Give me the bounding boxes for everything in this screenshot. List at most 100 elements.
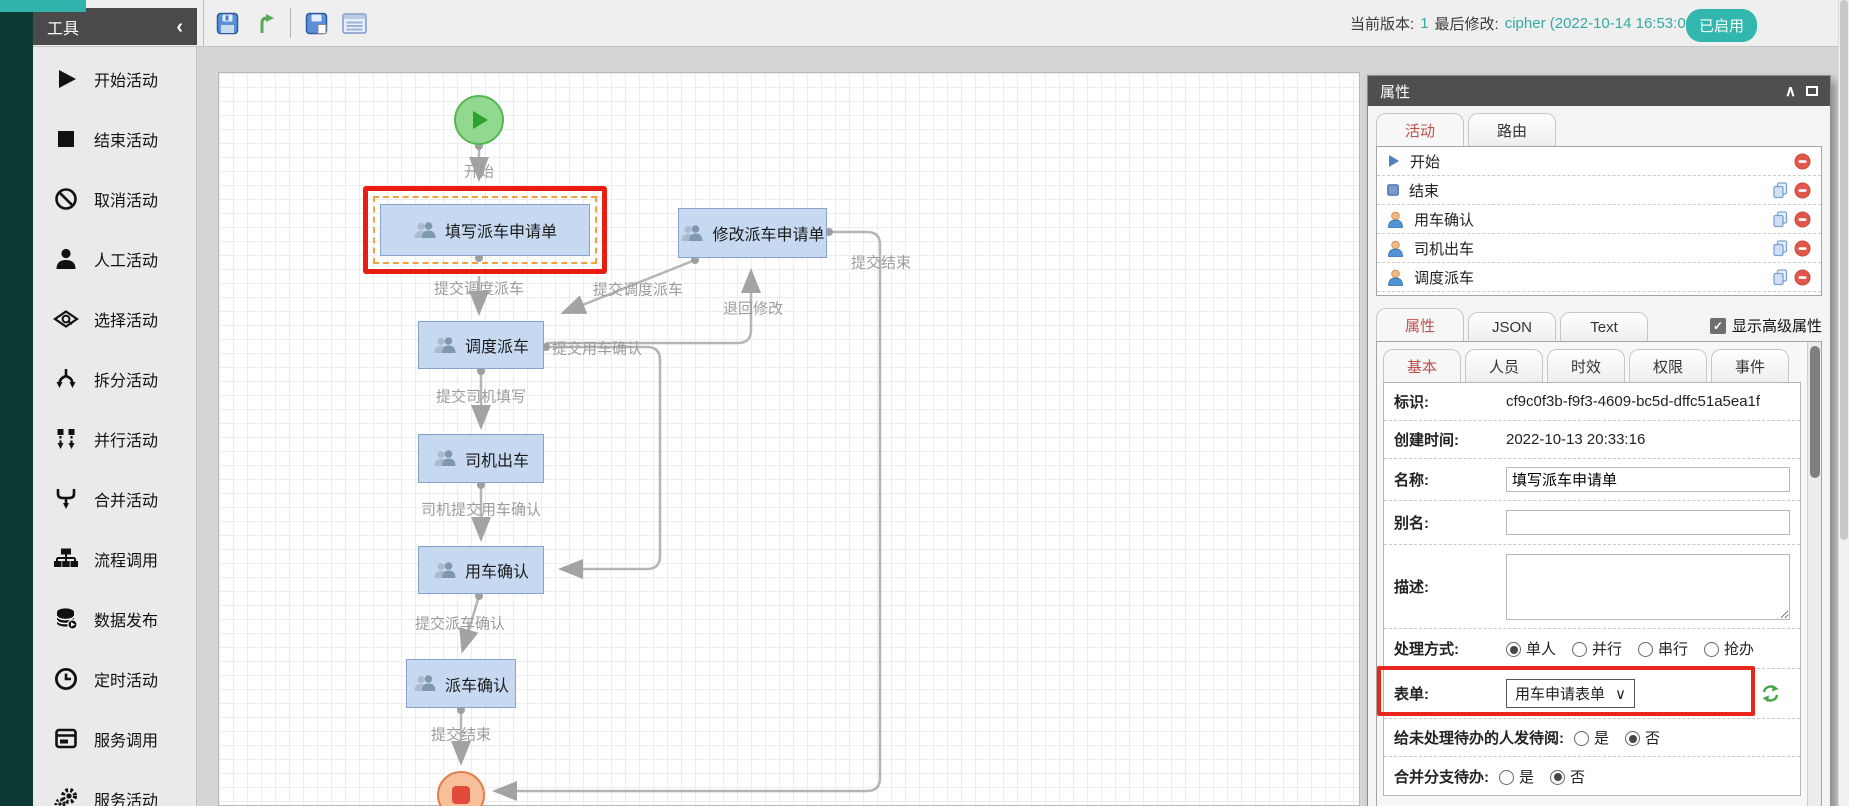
status-badge-enabled[interactable]: 已启用	[1685, 9, 1757, 42]
person-icon	[53, 246, 79, 272]
remove-icon[interactable]	[1794, 182, 1811, 199]
copy-icon[interactable]	[1772, 268, 1789, 286]
list-item-vehicle-confirm[interactable]: 用车确认	[1377, 205, 1821, 234]
remove-icon[interactable]	[1794, 153, 1811, 170]
page-scrollbar[interactable]	[1838, 0, 1849, 806]
property-form-container: 基本 人员 时效 权限 事件 标识: cf9c0f3b-f9f3-4609-bc…	[1376, 341, 1822, 806]
node-modify-dispatch-form[interactable]: 修改派车申请单	[678, 208, 827, 258]
node-fill-dispatch-form[interactable]: 填写派车申请单	[380, 204, 590, 256]
form-scrollbar-thumb[interactable]	[1810, 346, 1820, 478]
radio-option-serial[interactable]: 串行	[1638, 638, 1688, 659]
modified-value: cipher (2022-10-14 16:53:09)	[1504, 14, 1699, 32]
radio-option-parallel[interactable]: 并行	[1572, 638, 1622, 659]
radio-icon	[1574, 731, 1589, 746]
database-icon	[53, 606, 79, 632]
radio-notify-no[interactable]: 否	[1625, 727, 1660, 748]
radio-merge-yes[interactable]: 是	[1499, 766, 1534, 787]
play-icon	[1389, 155, 1399, 167]
radio-icon	[1704, 642, 1720, 657]
sidebar-item-subprocess-call[interactable]: 流程调用	[33, 529, 196, 589]
deploy-button[interactable]	[252, 10, 278, 36]
collapse-sidebar-icon[interactable]: ‹	[176, 17, 183, 37]
radio-selected-icon	[1550, 769, 1566, 785]
sidebar-item-choice-activity[interactable]: 选择活动	[33, 289, 196, 349]
maximize-panel-icon[interactable]	[1806, 86, 1818, 96]
tab-events[interactable]: 事件	[1711, 349, 1789, 382]
edge-label-submit-dispatch-right: 提交调度派车	[592, 281, 684, 299]
list-item-dispatch-vehicle[interactable]: 调度派车	[1377, 263, 1821, 292]
checkbox-checked-icon[interactable]: ✓	[1709, 317, 1726, 334]
name-input[interactable]	[1506, 467, 1790, 492]
list-item-start[interactable]: 开始	[1377, 147, 1821, 176]
save-as-button[interactable]	[303, 10, 329, 36]
tab-properties[interactable]: 属性	[1376, 308, 1464, 341]
selection-highlight-red: 填写派车申请单	[363, 186, 607, 274]
tab-basic[interactable]: 基本	[1383, 349, 1461, 382]
form-tab-bar: 基本 人员 时效 权限 事件	[1377, 342, 1807, 382]
selection-dashed-border: 填写派车申请单	[373, 196, 597, 264]
page-scrollbar-thumb[interactable]	[1840, 0, 1848, 540]
sidebar-item-manual-activity[interactable]: 人工活动	[33, 229, 196, 289]
refresh-forms-button[interactable]	[1761, 684, 1780, 703]
node-vehicle-confirm[interactable]: 用车确认	[418, 546, 544, 594]
sidebar-item-end-activity[interactable]: 结束活动	[33, 109, 196, 169]
stop-icon	[53, 126, 79, 152]
copy-icon[interactable]	[1772, 239, 1789, 257]
tab-activities[interactable]: 活动	[1376, 113, 1464, 146]
form-scrollbar[interactable]	[1807, 342, 1821, 806]
sidebar-item-data-publish[interactable]: 数据发布	[33, 589, 196, 649]
remove-icon[interactable]	[1794, 269, 1811, 286]
radio-option-single[interactable]: 单人	[1506, 638, 1556, 659]
collapse-panel-icon[interactable]: ∧	[1785, 84, 1796, 99]
copy-icon[interactable]	[1772, 210, 1789, 228]
tab-json[interactable]: JSON	[1468, 312, 1556, 341]
copy-icon[interactable]	[1772, 181, 1789, 199]
edge-label-submit-dispatch-left: 提交调度派车	[433, 280, 525, 298]
list-item-driver-depart[interactable]: 司机出车	[1377, 234, 1821, 263]
tab-text[interactable]: Text	[1560, 312, 1648, 341]
end-node[interactable]	[437, 771, 485, 806]
sidebar-item-timer-activity[interactable]: 定时活动	[33, 649, 196, 709]
tab-timeliness[interactable]: 时效	[1547, 349, 1625, 382]
advanced-properties-toggle[interactable]: ✓ 显示高级属性	[1709, 315, 1822, 341]
sidebar-item-split-activity[interactable]: 拆分活动	[33, 349, 196, 409]
node-dispatch-confirm[interactable]: 派车确认	[406, 659, 516, 708]
alias-input[interactable]	[1506, 510, 1790, 535]
radio-option-grab[interactable]: 抢办	[1704, 638, 1754, 659]
edge-dispatch-to-vehicle-confirm[interactable]	[546, 345, 662, 579]
field-created-time: 创建时间: 2022-10-13 20:33:16	[1384, 421, 1800, 459]
save-as-icon	[305, 12, 327, 34]
service-call-icon	[53, 726, 79, 752]
list-item-end[interactable]: 结束	[1377, 176, 1821, 205]
tab-personnel[interactable]: 人员	[1465, 349, 1543, 382]
sidebar-item-parallel-activity[interactable]: 并行活动	[33, 409, 196, 469]
node-dispatch-vehicle[interactable]: 调度派车	[418, 321, 544, 369]
form-view-button[interactable]	[341, 10, 367, 36]
sidebar-item-service-call[interactable]: 服务调用	[33, 709, 196, 769]
remove-icon[interactable]	[1794, 211, 1811, 228]
start-node[interactable]	[454, 95, 504, 145]
sidebar-item-merge-activity[interactable]: 合并活动	[33, 469, 196, 529]
edge-modify-to-end[interactable]	[492, 230, 882, 801]
radio-notify-yes[interactable]: 是	[1574, 727, 1609, 748]
description-textarea[interactable]	[1506, 553, 1790, 620]
sidebar-item-start-activity[interactable]: 开始活动	[33, 49, 196, 109]
tab-routes[interactable]: 路由	[1468, 113, 1556, 146]
form-select[interactable]: 用车申请表单 ∨	[1506, 679, 1635, 708]
edge-label-submit-end-right: 提交结束	[850, 254, 912, 272]
save-button[interactable]	[214, 10, 240, 36]
field-handle-mode: 处理方式: 单人 并行 串行 抢办	[1384, 629, 1800, 669]
person-icon	[1388, 269, 1403, 286]
flow-canvas[interactable]: 填写派车申请单 修改派车申请单 调度派车 司机出车 用车确认 派车确认 开始 提…	[218, 72, 1360, 806]
remove-icon[interactable]	[1794, 240, 1811, 257]
tab-permissions[interactable]: 权限	[1629, 349, 1707, 382]
sidebar-item-service-activity[interactable]: 服务活动	[33, 769, 196, 806]
people-icon	[434, 336, 456, 353]
radio-merge-no[interactable]: 否	[1550, 766, 1585, 787]
toolbar	[203, 0, 367, 46]
person-icon	[1388, 211, 1403, 228]
node-driver-depart[interactable]: 司机出车	[418, 434, 544, 483]
gears-icon	[53, 786, 79, 806]
panel-title: 属性	[1380, 83, 1411, 101]
sidebar-item-cancel-activity[interactable]: 取消活动	[33, 169, 196, 229]
